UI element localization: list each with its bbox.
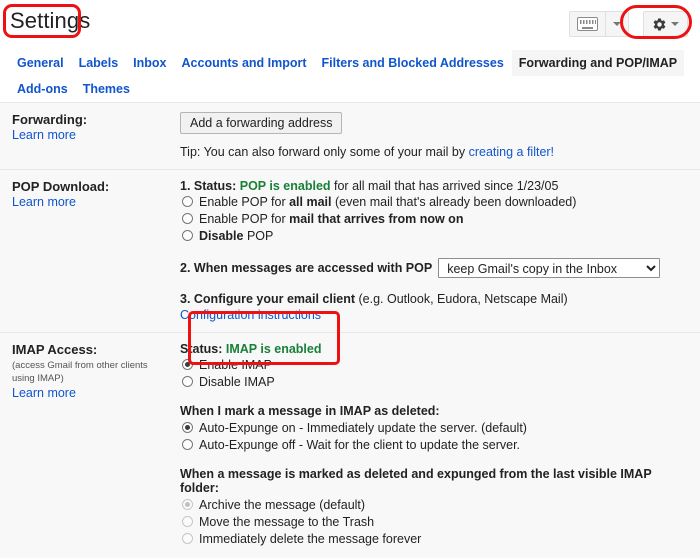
imap-section-label-column: IMAP Access: (access Gmail from other cl…	[0, 342, 180, 548]
chevron-down-icon	[613, 22, 621, 26]
imap-learn-more-link[interactable]: Learn more	[12, 386, 76, 400]
header-controls	[569, 11, 688, 37]
imap-access-section: IMAP Access: (access Gmail from other cl…	[0, 333, 700, 558]
imap-folder-archive: Archive the message (default)	[180, 497, 690, 513]
pop-download-section: POP Download: Learn more 1. Status: POP …	[0, 170, 700, 333]
imap-status-label: Status:	[180, 342, 226, 356]
imap-status-line: Status: IMAP is enabled	[180, 342, 690, 356]
forwarding-section-label-column: Forwarding: Learn more	[0, 112, 180, 159]
settings-header: Settings	[0, 0, 700, 48]
pop-section-label-column: POP Download: Learn more	[0, 179, 180, 322]
pop-access-select[interactable]: keep Gmail's copy in the Inbox mark Gmai…	[438, 258, 660, 278]
gear-icon	[652, 17, 667, 32]
pop-option-all-mail-label: Enable POP for all mail (even mail that'…	[199, 194, 576, 210]
tab-forwarding-and-pop-imap[interactable]: Forwarding and POP/IMAP	[512, 50, 684, 76]
radio-icon[interactable]	[182, 359, 193, 370]
forwarding-tip: Tip: You can also forward only some of y…	[180, 145, 690, 159]
radio-icon[interactable]	[182, 213, 193, 224]
forwarding-tip-text: Tip: You can also forward only some of y…	[180, 145, 469, 159]
pop-section-content: 1. Status: POP is enabled for all mail t…	[180, 179, 700, 322]
tab-inbox[interactable]: Inbox	[126, 50, 173, 76]
radio-icon[interactable]	[182, 230, 193, 241]
pop-step3-line: 3. Configure your email client (e.g. Out…	[180, 292, 690, 306]
pop-option-from-now-on-label: Enable POP for mail that arrives from no…	[199, 211, 463, 227]
imap-auto-expunge-off[interactable]: Auto-Expunge off - Wait for the client t…	[180, 437, 690, 453]
imap-folder-heading: When a message is marked as deleted and …	[180, 467, 690, 495]
pop-status-suffix: for all mail that has arrived since 1/23…	[331, 179, 559, 193]
keyboard-icon	[577, 17, 598, 31]
imap-folder-trash-label: Move the message to the Trash	[199, 514, 374, 530]
imap-folder-delete-forever-label: Immediately delete the message forever	[199, 531, 421, 547]
creating-a-filter-link[interactable]: creating a filter!	[469, 145, 554, 159]
keyboard-shortcuts-button-group[interactable]	[569, 11, 629, 37]
radio-icon	[182, 499, 193, 510]
pop-step3-label: 3. Configure your email client	[180, 292, 355, 306]
forwarding-learn-more-link[interactable]: Learn more	[12, 128, 76, 142]
forwarding-label: Forwarding:	[12, 112, 180, 127]
pop-status-label: 1. Status:	[180, 179, 240, 193]
radio-icon	[182, 533, 193, 544]
forwarding-section: Forwarding: Learn more Add a forwarding …	[0, 103, 700, 170]
radio-icon[interactable]	[182, 422, 193, 433]
imap-option-enable[interactable]: Enable IMAP	[180, 357, 690, 373]
tab-general[interactable]: General	[10, 50, 71, 76]
pop-option-from-now-on[interactable]: Enable POP for mail that arrives from no…	[180, 211, 690, 227]
imap-option-disable-label: Disable IMAP	[199, 374, 275, 390]
radio-icon[interactable]	[182, 376, 193, 387]
forwarding-section-content: Add a forwarding address Tip: You can al…	[180, 112, 700, 159]
add-forwarding-address-button[interactable]: Add a forwarding address	[180, 112, 342, 134]
imap-access-label: IMAP Access:	[12, 342, 180, 357]
pop-access-row: 2. When messages are accessed with POP k…	[180, 258, 690, 278]
tab-accounts-and-import[interactable]: Accounts and Import	[175, 50, 314, 76]
imap-option-disable[interactable]: Disable IMAP	[180, 374, 690, 390]
tab-add-ons[interactable]: Add-ons	[10, 76, 75, 102]
radio-icon[interactable]	[182, 196, 193, 207]
pop-configure-client-block: 3. Configure your email client (e.g. Out…	[180, 292, 690, 322]
configuration-instructions-link[interactable]: Configuration instructions	[180, 308, 321, 322]
settings-gear-menu-button[interactable]	[643, 11, 688, 37]
tab-labels[interactable]: Labels	[72, 50, 126, 76]
chevron-down-icon	[671, 22, 679, 26]
pop-option-disable[interactable]: Disable POP	[180, 228, 690, 244]
imap-folder-delete-forever: Immediately delete the message forever	[180, 531, 690, 547]
radio-icon[interactable]	[182, 439, 193, 450]
page-title: Settings	[10, 8, 90, 34]
imap-access-note: (access Gmail from other clients using I…	[12, 359, 172, 385]
imap-folder-trash: Move the message to the Trash	[180, 514, 690, 530]
imap-status-value: IMAP is enabled	[226, 342, 322, 356]
imap-folder-archive-label: Archive the message (default)	[199, 497, 365, 513]
tab-filters-and-blocked-addresses[interactable]: Filters and Blocked Addresses	[315, 50, 511, 76]
pop-learn-more-link[interactable]: Learn more	[12, 195, 76, 209]
settings-content: Forwarding: Learn more Add a forwarding …	[0, 102, 700, 558]
imap-expunge-heading: When I mark a message in IMAP as deleted…	[180, 404, 690, 418]
settings-tabs: GeneralLabelsInboxAccounts and ImportFil…	[0, 48, 700, 102]
imap-auto-expunge-off-label: Auto-Expunge off - Wait for the client t…	[199, 437, 520, 453]
pop-status-value: POP is enabled	[240, 179, 331, 193]
imap-option-enable-label: Enable IMAP	[199, 357, 272, 373]
pop-step3-clients: (e.g. Outlook, Eudora, Netscape Mail)	[355, 292, 568, 306]
keyboard-dropdown-button[interactable]	[605, 12, 628, 36]
tab-themes[interactable]: Themes	[76, 76, 137, 102]
imap-auto-expunge-on[interactable]: Auto-Expunge on - Immediately update the…	[180, 420, 690, 436]
pop-option-disable-label: Disable POP	[199, 228, 273, 244]
pop-step2-label: 2. When messages are accessed with POP	[180, 261, 432, 275]
pop-option-all-mail[interactable]: Enable POP for all mail (even mail that'…	[180, 194, 690, 210]
keyboard-icon-button[interactable]	[570, 12, 605, 36]
pop-download-label: POP Download:	[12, 179, 180, 194]
pop-status-line: 1. Status: POP is enabled for all mail t…	[180, 179, 690, 193]
imap-section-content: Status: IMAP is enabled Enable IMAP Disa…	[180, 342, 700, 548]
imap-auto-expunge-on-label: Auto-Expunge on - Immediately update the…	[199, 420, 527, 436]
